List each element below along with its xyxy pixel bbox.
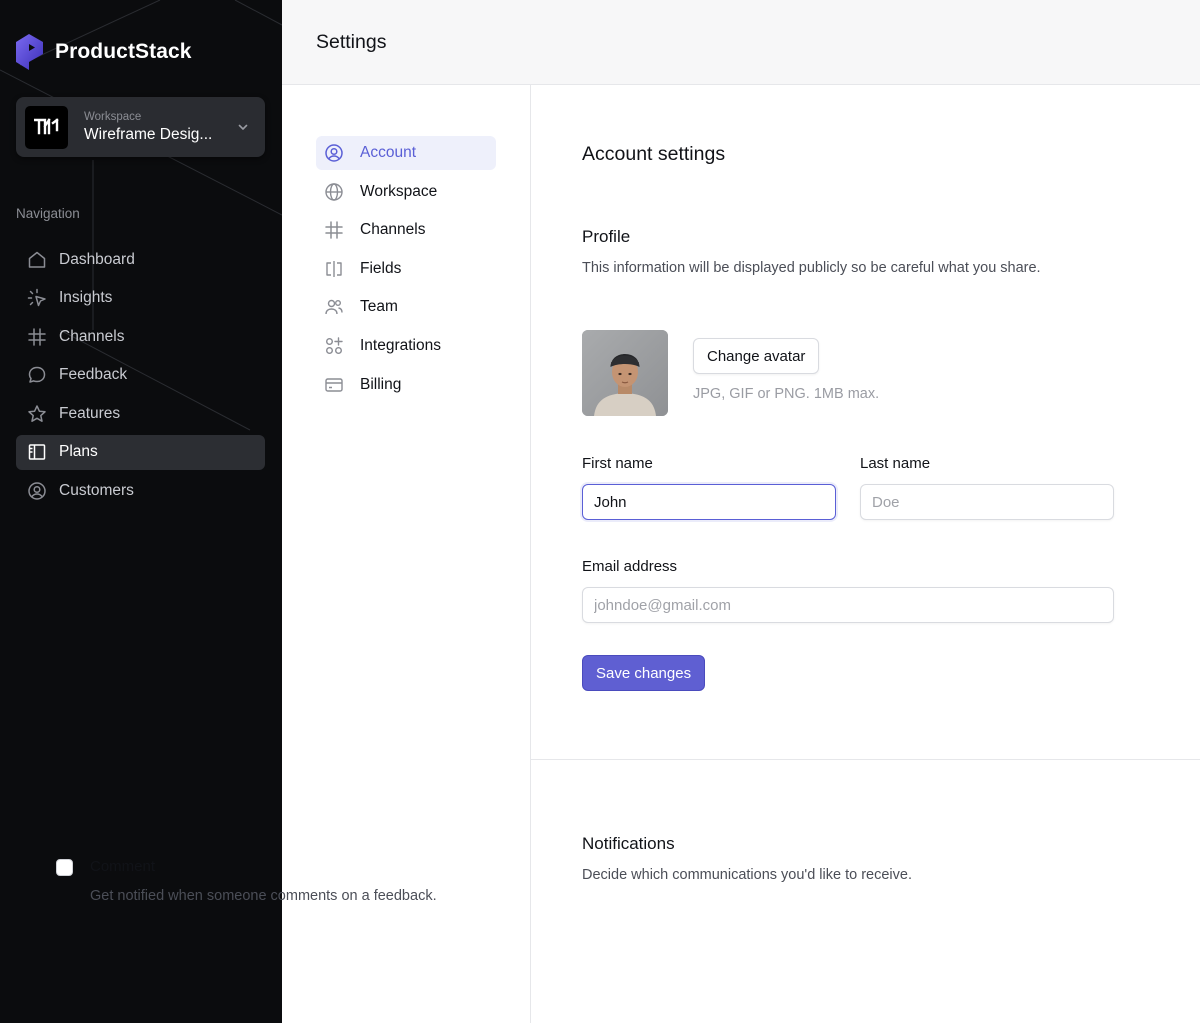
workspace-switcher[interactable]: Workspace Wireframe Desig... <box>16 97 265 157</box>
chat-bubble-icon <box>28 367 46 384</box>
change-avatar-button[interactable]: Change avatar <box>693 338 820 374</box>
settings-tab-fields[interactable]: Fields <box>316 252 496 286</box>
avatar-hint: JPG, GIF or PNG. 1MB max. <box>693 386 880 402</box>
sidebar-item-insights[interactable]: Insights <box>16 281 265 316</box>
avatar <box>582 330 668 416</box>
book-icon <box>28 444 46 461</box>
sidebar-item-label: Channels <box>59 327 125 345</box>
workspace-logo <box>25 105 68 149</box>
first-name-field[interactable] <box>582 484 836 520</box>
sidebar-item-features[interactable]: Features <box>16 396 265 431</box>
settings-tab-team[interactable]: Team <box>316 290 496 324</box>
hash-icon <box>28 327 46 346</box>
workspace-name: Wireframe Desig... <box>84 125 213 143</box>
settings-tab-billing[interactable]: Billing <box>316 368 496 402</box>
settings-tab-label: Fields <box>360 259 402 277</box>
comment-notification-label: Comment <box>90 858 156 875</box>
profile-description: This information will be displayed publi… <box>582 260 1041 276</box>
users-icon <box>325 300 343 315</box>
section-divider <box>531 759 1200 760</box>
sparkle-icon <box>27 288 46 307</box>
hash-icon <box>325 221 343 239</box>
chevron-down-icon <box>238 124 248 130</box>
home-icon <box>28 251 46 268</box>
sidebar-item-label: Features <box>59 404 121 422</box>
user-circle-icon <box>28 482 46 500</box>
sidebar-item-label: Dashboard <box>59 250 135 268</box>
settings-nav: Account Workspace Channels Fields Team I… <box>282 85 531 1023</box>
sidebar-item-label: Feedback <box>59 366 128 384</box>
settings-tab-label: Workspace <box>360 182 438 200</box>
settings-tab-label: Billing <box>360 375 402 393</box>
email-label: Email address <box>582 558 678 575</box>
credit-card-icon <box>325 377 343 392</box>
brand-name: ProductStack <box>55 40 192 63</box>
sidebar-item-dashboard[interactable]: Dashboard <box>16 242 265 277</box>
page-title: Settings <box>316 31 387 53</box>
last-name-label: Last name <box>860 455 931 472</box>
productstack-logo-icon <box>16 34 43 70</box>
email-field[interactable] <box>582 587 1114 623</box>
sidebar-item-channels[interactable]: Channels <box>16 319 265 354</box>
profile-title: Profile <box>582 227 631 246</box>
account-settings-panel: Account settings Profile This informatio… <box>531 85 1200 1023</box>
workspace-label: Workspace <box>84 110 142 123</box>
avatar-photo <box>582 330 668 416</box>
section-heading: Account settings <box>582 143 726 165</box>
notifications-description: Decide which communications you'd like t… <box>582 867 912 883</box>
settings-tab-label: Channels <box>360 221 426 239</box>
first-name-label: First name <box>582 455 653 472</box>
user-circle-icon <box>325 144 343 162</box>
comment-notification-checkbox[interactable] <box>56 859 73 876</box>
sidebar-item-label: Customers <box>59 482 134 500</box>
sidebar-item-label: Plans <box>59 443 98 461</box>
settings-tab-integrations[interactable]: Integrations <box>316 329 496 363</box>
star-icon <box>28 405 46 422</box>
top-header: Settings <box>282 0 1200 85</box>
settings-tab-label: Integrations <box>360 336 441 354</box>
sidebar-item-plans[interactable]: Plans <box>16 434 265 470</box>
save-changes-button[interactable]: Save changes <box>582 655 706 691</box>
sidebar-item-label: Insights <box>59 289 113 307</box>
settings-tab-label: Team <box>360 298 398 316</box>
settings-tab-workspace[interactable]: Workspace <box>316 175 496 209</box>
workspace-logo-icon <box>33 118 59 135</box>
brand[interactable]: ProductStack <box>16 34 192 70</box>
apps-icon <box>326 337 343 354</box>
settings-tab-channels[interactable]: Channels <box>316 213 496 247</box>
last-name-field[interactable] <box>860 484 1114 520</box>
notifications-title: Notifications <box>582 834 675 853</box>
settings-tab-label: Account <box>360 144 417 161</box>
text-cursor-icon <box>326 260 342 277</box>
sidebar-item-customers[interactable]: Customers <box>16 474 265 509</box>
nav-heading: Navigation <box>16 206 80 221</box>
sidebar-item-feedback[interactable]: Feedback <box>16 358 265 393</box>
globe-icon <box>325 182 343 201</box>
settings-tab-account[interactable]: Account <box>316 136 496 170</box>
main-nav: Dashboard Insights Channels Feedback Fea… <box>16 242 265 512</box>
comment-notification-description: Get notified when someone comments on a … <box>90 888 437 904</box>
